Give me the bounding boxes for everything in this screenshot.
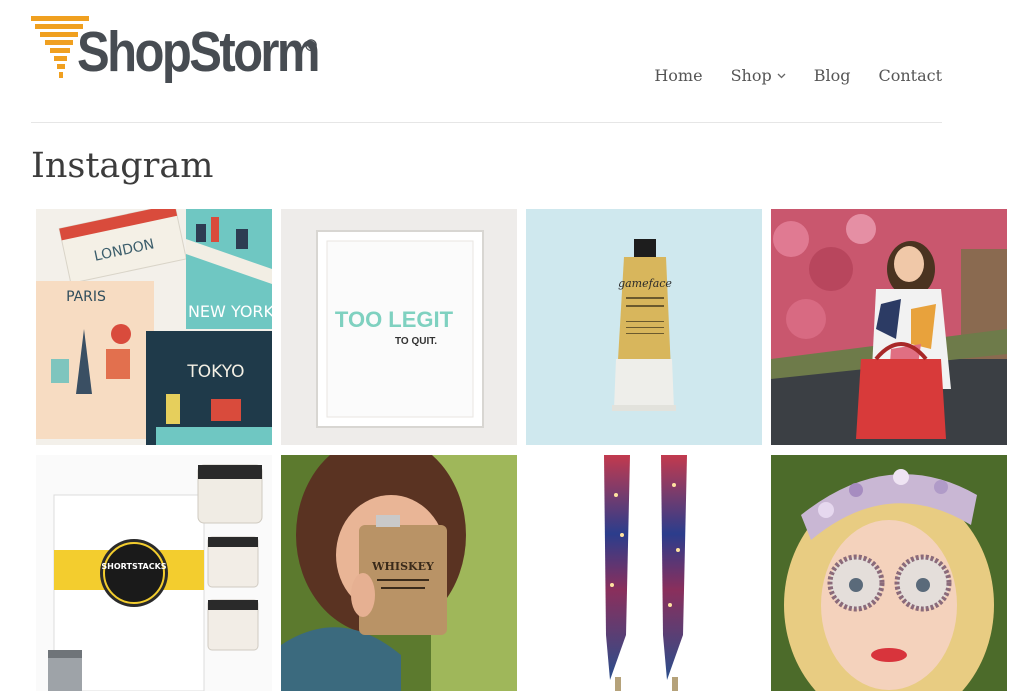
instagram-tile-red-bag[interactable]	[771, 209, 1007, 445]
shopstorm-logo[interactable]: ShopStorm ®	[31, 14, 331, 96]
chevron-down-icon	[777, 73, 786, 79]
framed-print-photo: TOO LEGIT TO QUIT.	[281, 209, 517, 445]
instagram-grid: LONDON NEW YORK PARIS TOKYO TOO LEGIT TO…	[36, 209, 1007, 691]
nav-blog[interactable]: Blog	[814, 66, 851, 85]
print-text-sub: TO QUIT.	[395, 336, 437, 347]
instagram-tile-city-maps[interactable]: LONDON NEW YORK PARIS TOKYO	[36, 209, 272, 445]
nav-home[interactable]: Home	[654, 66, 702, 85]
nav-shop[interactable]: Shop	[731, 66, 786, 85]
nav-shop-label: Shop	[730, 66, 772, 85]
instagram-tile-product-tube[interactable]: gameface	[526, 209, 762, 445]
product-tube-photo: gameface	[526, 209, 762, 445]
box-brand-label: SHORTSTACKS	[101, 562, 166, 571]
instagram-tile-printed-straps[interactable]	[526, 455, 762, 691]
map-label-tokyo: TOKYO	[186, 362, 244, 382]
map-label-new-york: NEW YORK	[188, 302, 272, 321]
whiskey-flask-photo: WHISKEY	[281, 455, 517, 691]
instagram-tile-framed-print[interactable]: TOO LEGIT TO QUIT.	[281, 209, 517, 445]
site-header: ShopStorm ® Home Shop Blog Contact	[0, 0, 1024, 124]
registered-mark: ®	[303, 36, 319, 55]
instagram-tile-gift-box[interactable]: SHORTSTACKS	[36, 455, 272, 691]
print-text-main: TOO LEGIT	[335, 307, 454, 332]
nav-contact[interactable]: Contact	[878, 66, 942, 85]
jeweled-glasses-photo	[771, 455, 1007, 691]
page-title: Instagram	[31, 146, 214, 186]
city-maps-photo: LONDON NEW YORK PARIS TOKYO	[36, 209, 272, 445]
printed-straps-photo	[526, 455, 762, 691]
instagram-tile-whiskey-flask[interactable]: WHISKEY	[281, 455, 517, 691]
instagram-tile-jeweled-glasses[interactable]	[771, 455, 1007, 691]
flask-label: WHISKEY	[371, 560, 434, 573]
main-nav: Home Shop Blog Contact	[654, 66, 942, 85]
gift-box-photo: SHORTSTACKS	[36, 455, 272, 691]
tube-brand-label: gameface	[618, 277, 672, 290]
map-label-paris: PARIS	[66, 289, 106, 305]
red-bag-photo	[771, 209, 1007, 445]
header-divider	[31, 122, 942, 123]
logo-wordmark: ShopStorm	[77, 20, 321, 84]
